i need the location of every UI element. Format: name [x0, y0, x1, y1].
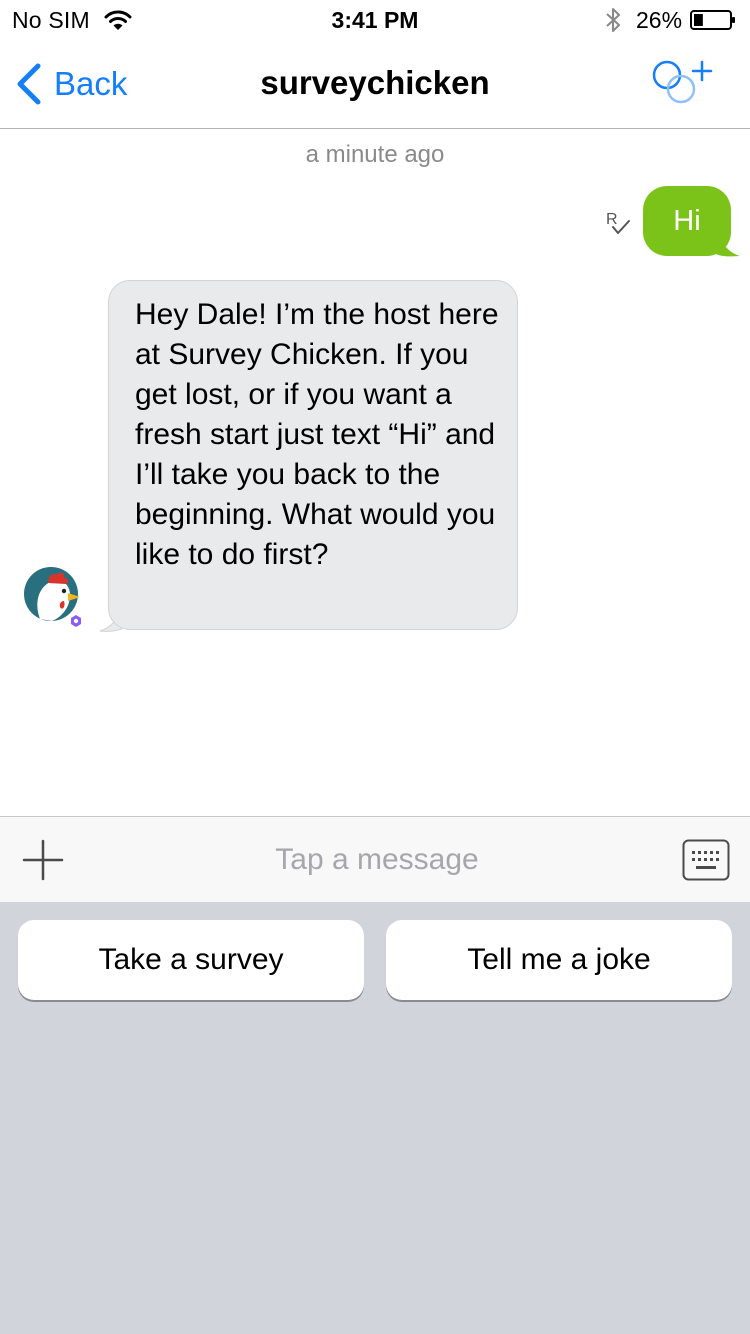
plus-icon[interactable] — [22, 839, 64, 881]
incoming-message-text: Hey Dale! I’m the host here at Survey Ch… — [135, 298, 499, 571]
message-composer — [0, 816, 750, 902]
carrier-label: No SIM — [12, 7, 90, 33]
conversation-thread[interactable]: a minute ago R Hi Hey Dale! I’m the host… — [0, 129, 750, 816]
back-label: Back — [54, 65, 128, 102]
chevron-left-icon — [17, 63, 41, 105]
quick-reply-take-survey[interactable]: Take a survey — [18, 920, 364, 1000]
navigation-bar: Back surveychicken — [0, 40, 750, 129]
outgoing-message-text: Hi — [673, 205, 701, 237]
message-timestamp: a minute ago — [305, 141, 445, 168]
read-receipt-icon: R — [606, 211, 630, 234]
battery-icon — [690, 10, 735, 30]
back-button[interactable]: Back — [14, 62, 127, 106]
status-bar: No SIM 3:41 PM 26% — [0, 0, 750, 40]
add-people-icon[interactable] — [650, 58, 722, 110]
svg-text:R: R — [606, 211, 618, 228]
quick-reply-panel: Take a survey Tell me a joke — [0, 902, 750, 1334]
battery-percent: 26% — [636, 7, 683, 33]
bluetooth-icon — [606, 8, 620, 32]
message-input[interactable] — [130, 833, 624, 887]
keyboard-icon[interactable] — [682, 839, 730, 881]
wifi-icon — [104, 10, 132, 30]
chicken-avatar[interactable] — [22, 563, 88, 629]
quick-reply-tell-joke[interactable]: Tell me a joke — [386, 920, 732, 1000]
